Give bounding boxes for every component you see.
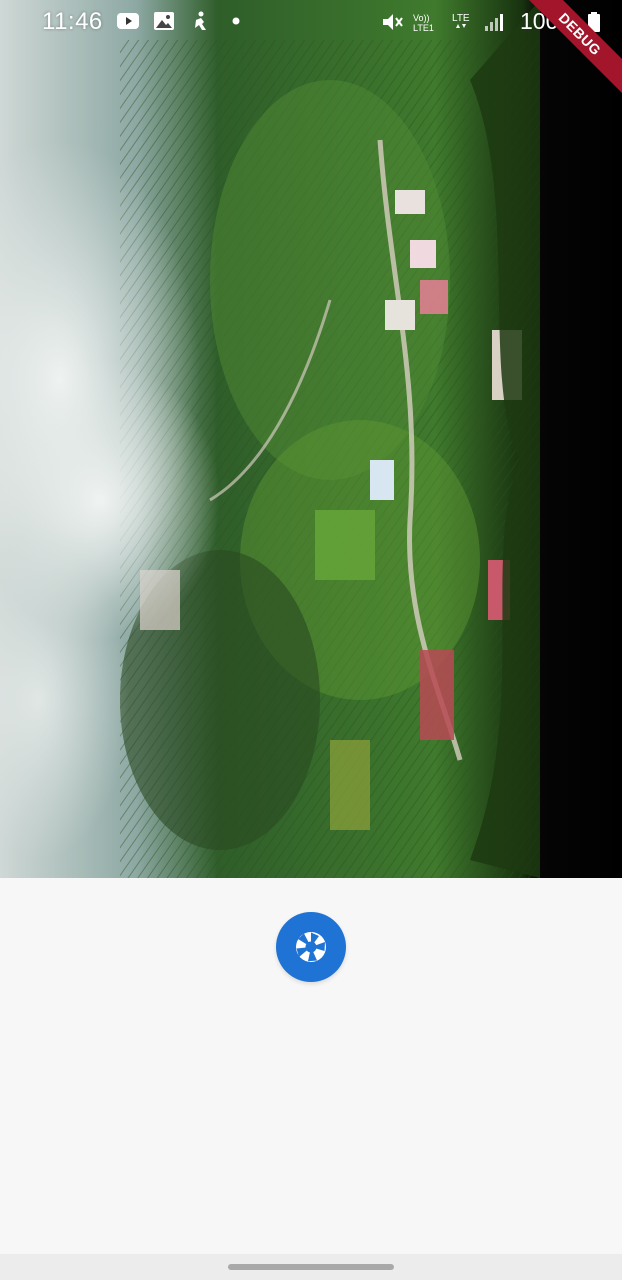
home-gesture-handle[interactable] bbox=[228, 1264, 394, 1270]
signal-icon bbox=[485, 13, 503, 31]
bottom-panel bbox=[0, 878, 622, 1254]
lte-icon: LTE bbox=[452, 13, 470, 28]
camera-preview bbox=[0, 0, 622, 878]
youtube-icon bbox=[117, 13, 139, 29]
svg-text:LTE1: LTE1 bbox=[413, 23, 434, 33]
svg-text:Vo)): Vo)) bbox=[413, 13, 430, 23]
camera-shutter-icon bbox=[296, 932, 326, 962]
status-bar: 11:46 Vo)) LTE1 LTE bbox=[0, 0, 622, 44]
accessibility-icon bbox=[195, 11, 206, 30]
notification-icons bbox=[116, 10, 248, 32]
mute-icon bbox=[383, 13, 403, 30]
camera-preview-image bbox=[0, 0, 622, 878]
navigation-bar bbox=[0, 1254, 622, 1280]
volte-icon: Vo)) LTE1 bbox=[413, 13, 434, 33]
svg-text:LTE: LTE bbox=[452, 13, 470, 24]
notification-dot-icon bbox=[232, 17, 240, 25]
status-time: 11:46 bbox=[42, 8, 103, 35]
gallery-icon bbox=[154, 12, 174, 30]
capture-button[interactable] bbox=[276, 912, 346, 982]
